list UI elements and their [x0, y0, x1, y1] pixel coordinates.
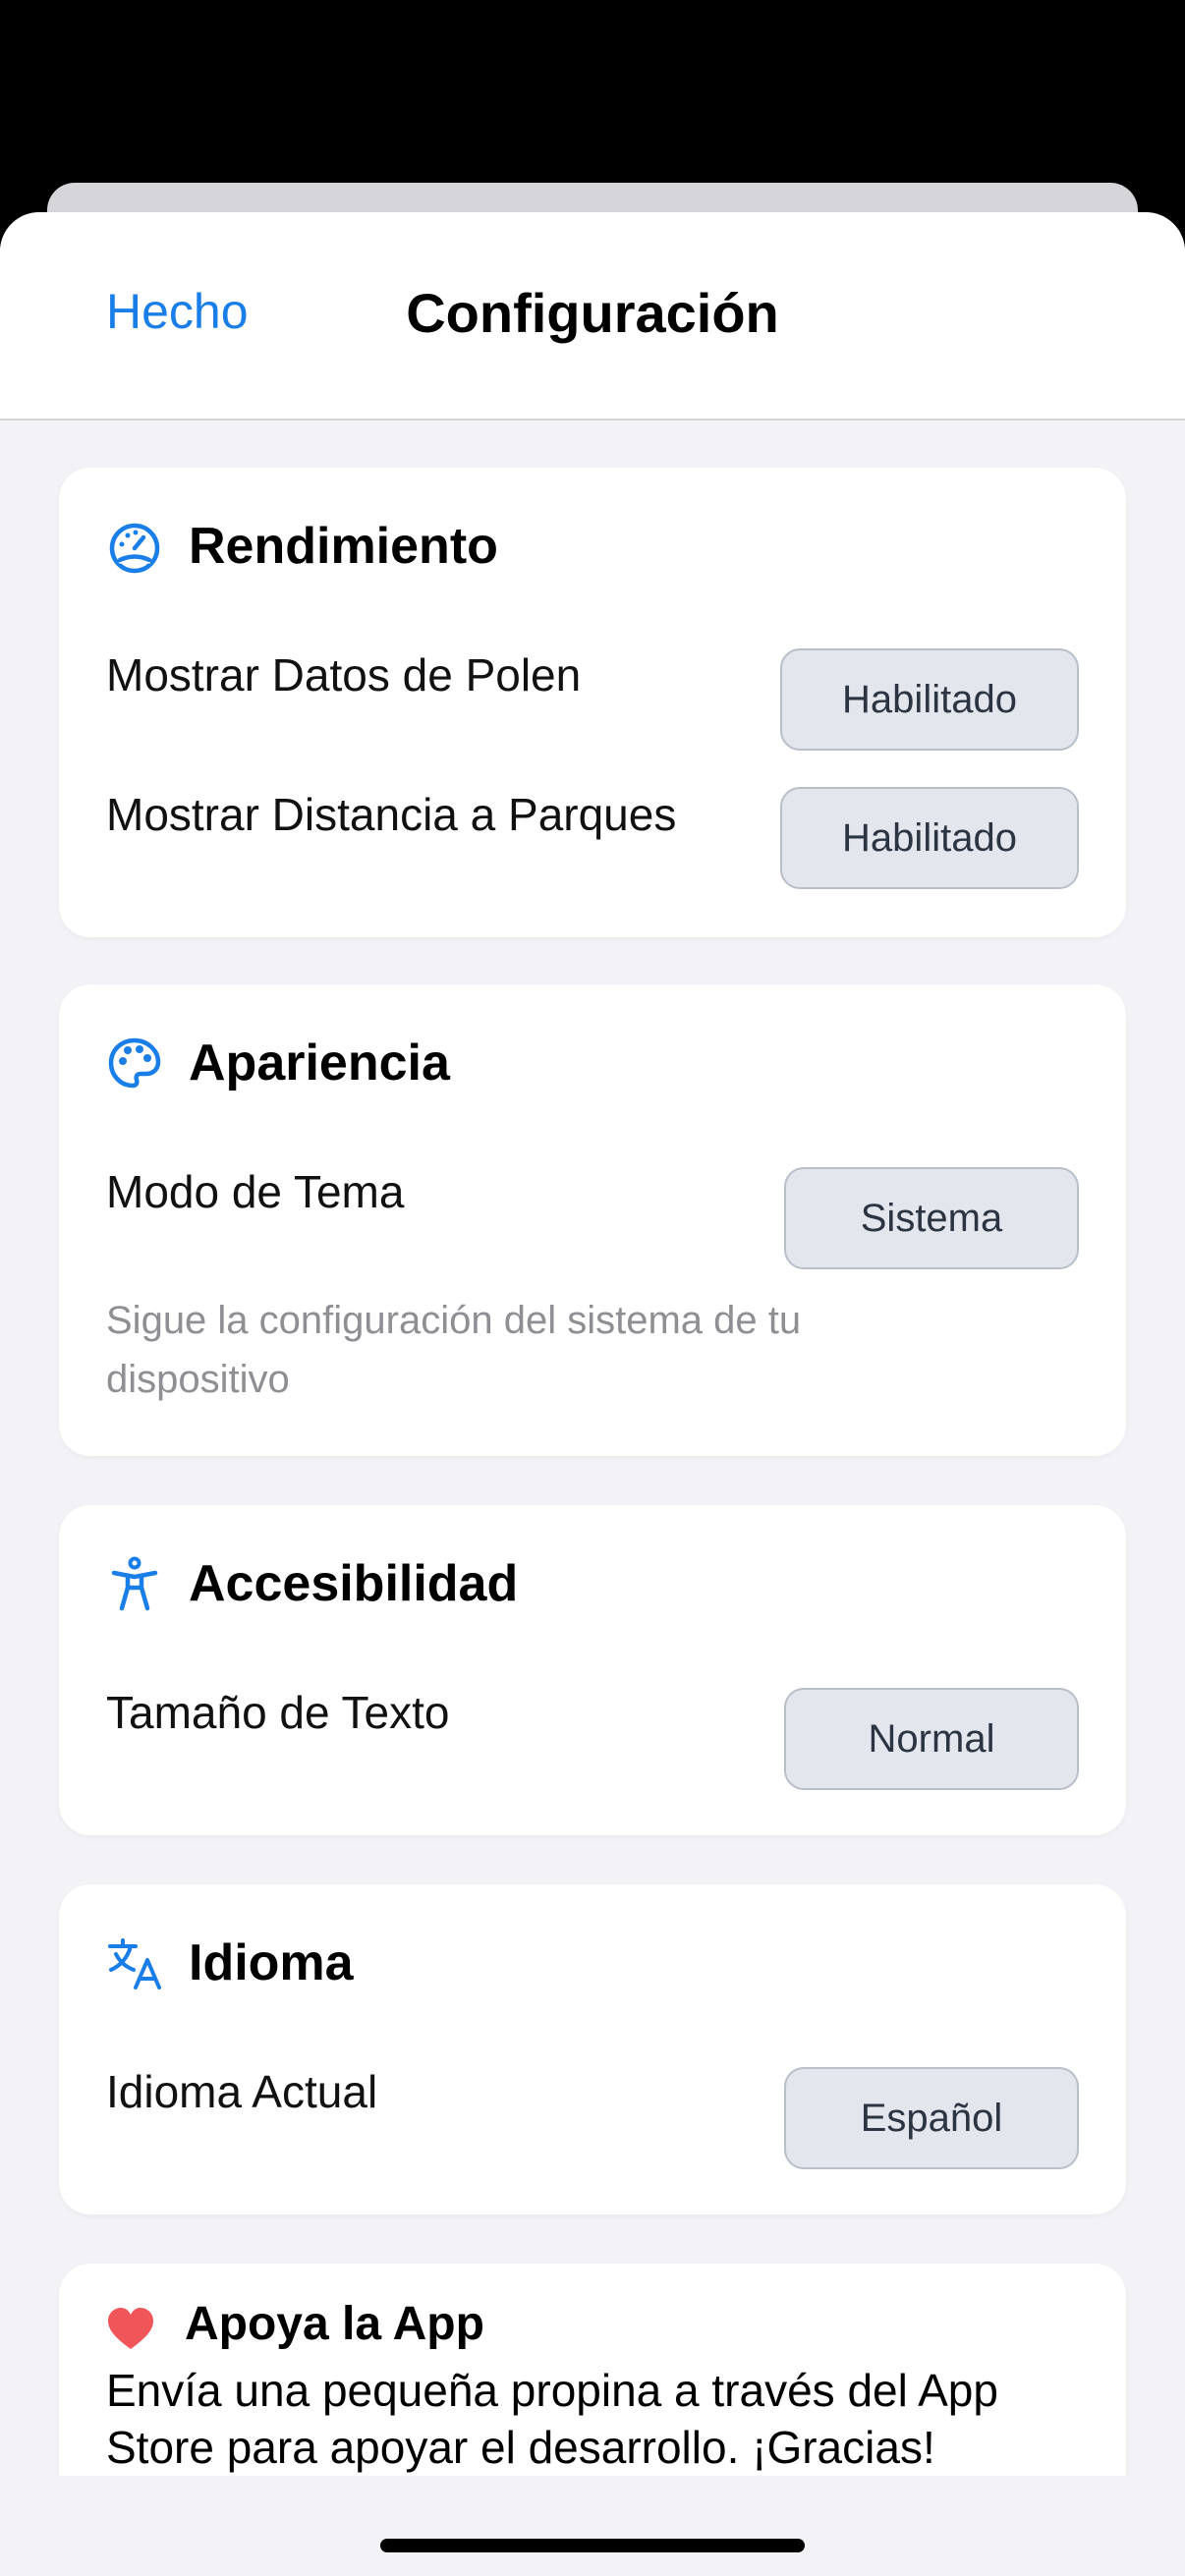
- home-indicator[interactable]: [380, 2539, 805, 2552]
- theme-mode-select[interactable]: Sistema: [784, 1167, 1079, 1269]
- theme-mode-description: Sigue la configuración del sistema de tu…: [106, 1299, 802, 1401]
- performance-header: Rendimiento: [106, 515, 498, 578]
- support-description: Envía una pequeña propina a través del A…: [106, 2365, 998, 2473]
- settings-sheet: Hecho Configuración Rendimiento Mostrar …: [0, 212, 1185, 2576]
- support-title: Apoya la App: [185, 2298, 484, 2350]
- text-size-select[interactable]: Normal: [784, 1688, 1079, 1790]
- bottom-safe-area: [0, 2476, 1185, 2576]
- navigation-bar: Hecho Configuración: [0, 212, 1185, 420]
- accessibility-icon: [111, 1556, 158, 1611]
- language-card: Idioma Idioma Actual Español: [59, 1884, 1126, 2214]
- language-title: Idioma: [189, 1934, 354, 1991]
- text-size-label: Tamaño de Texto: [106, 1687, 450, 1738]
- translate-icon: [108, 1938, 161, 1989]
- appearance-header: Apariencia: [106, 1032, 450, 1094]
- accessibility-header: Accesibilidad: [106, 1552, 518, 1615]
- heart-icon: [108, 2308, 153, 2349]
- speedometer-icon: [109, 523, 160, 574]
- current-language-select[interactable]: Español: [784, 2067, 1079, 2169]
- performance-title: Rendimiento: [189, 518, 498, 575]
- page-title: Configuración: [406, 282, 779, 344]
- accessibility-card: Accesibilidad Tamaño de Texto Normal: [59, 1505, 1126, 1835]
- pollen-data-toggle[interactable]: Habilitado: [780, 648, 1079, 751]
- theme-mode-label: Modo de Tema: [106, 1166, 405, 1217]
- park-distance-toggle[interactable]: Habilitado: [780, 787, 1079, 889]
- appearance-card: Apariencia Modo de Tema Sistema Sigue la…: [59, 984, 1126, 1456]
- language-header: Idioma: [106, 1932, 354, 1994]
- current-language-label: Idioma Actual: [106, 2066, 378, 2117]
- park-distance-label: Mostrar Distancia a Parques: [106, 789, 677, 840]
- palette-icon: [108, 1037, 161, 1089]
- appearance-title: Apariencia: [189, 1035, 450, 1092]
- accessibility-title: Accesibilidad: [189, 1555, 519, 1612]
- pollen-data-label: Mostrar Datos de Polen: [106, 649, 582, 700]
- performance-card: Rendimiento Mostrar Datos de Polen Habil…: [59, 468, 1126, 937]
